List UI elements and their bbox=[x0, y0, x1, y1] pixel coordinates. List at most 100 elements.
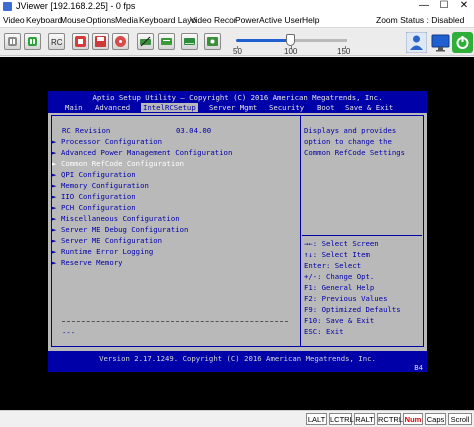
bios-menu-item[interactable]: ► PCH Configuration bbox=[52, 203, 136, 212]
help-text-line: option to change the bbox=[304, 137, 392, 146]
status-bar: LALT LCTRL RALT RCTRL Num Caps Scroll bbox=[0, 410, 474, 427]
key-help-line: Enter: Select bbox=[304, 261, 362, 270]
submenu-arrow-icon: ► bbox=[52, 247, 57, 256]
tab-main[interactable]: Main bbox=[65, 103, 83, 112]
monitor-icon bbox=[431, 34, 450, 52]
network-icon bbox=[207, 37, 218, 46]
cd-icon bbox=[115, 36, 126, 47]
minimize-button[interactable]: — bbox=[416, 0, 432, 13]
help-divider bbox=[302, 235, 422, 236]
menu-help[interactable]: Help bbox=[302, 15, 319, 25]
bios-footer: Version 2.17.1249. Copyright (C) 2016 Am… bbox=[48, 351, 427, 372]
keyboard-control-icon: RC bbox=[51, 38, 63, 47]
record-video-button[interactable] bbox=[72, 33, 89, 50]
tab-intelrcsetup[interactable]: IntelRCSetup bbox=[141, 103, 198, 112]
menu-keyboard[interactable]: Keyboard bbox=[26, 15, 62, 25]
key-rctrl[interactable]: RCTRL bbox=[377, 413, 403, 425]
bios-menu-item[interactable]: ► Advanced Power Management Configuration bbox=[52, 148, 232, 157]
slider-mid-label: 100 bbox=[284, 47, 298, 56]
submenu-arrow-icon: ► bbox=[52, 170, 57, 179]
bios-version: Version 2.17.1249. Copyright (C) 2016 Am… bbox=[99, 354, 376, 363]
power-icon bbox=[452, 32, 473, 53]
bios-menu-item[interactable]: ► Memory Configuration bbox=[52, 181, 149, 190]
tab-advanced[interactable]: Advanced bbox=[95, 103, 130, 112]
key-help-line: F2: Previous Values bbox=[304, 294, 388, 303]
bios-title: Aptio Setup Utility – Copyright (C) 2016… bbox=[92, 93, 383, 102]
key-lctrl[interactable]: LCTRL bbox=[329, 413, 354, 425]
close-button[interactable]: ✕ bbox=[456, 0, 472, 13]
key-scroll[interactable]: Scroll bbox=[448, 413, 472, 425]
menu-video-record[interactable]: Video Recor bbox=[190, 15, 237, 25]
stop-record-button[interactable] bbox=[92, 33, 109, 50]
tab-boot[interactable]: Boot bbox=[317, 103, 335, 112]
power-control-button[interactable] bbox=[204, 33, 221, 50]
bios-menu-item-label: IIO Configuration bbox=[61, 192, 136, 201]
full-keyboard-control-button[interactable]: RC bbox=[48, 33, 65, 50]
drive-icon bbox=[161, 38, 172, 45]
bios-setup-window: Aptio Setup Utility – Copyright (C) 2016… bbox=[48, 91, 427, 372]
active-users-button[interactable] bbox=[405, 31, 428, 54]
menu-keyboard-layout[interactable]: Keyboard Layo bbox=[139, 15, 196, 25]
menu-power[interactable]: Power bbox=[235, 15, 259, 25]
maximize-button[interactable]: ☐ bbox=[436, 0, 452, 13]
menu-active-user[interactable]: Active User bbox=[259, 15, 302, 25]
key-num[interactable]: Num bbox=[403, 413, 423, 425]
bios-menu-item[interactable]: ► Runtime Error Logging bbox=[52, 247, 153, 256]
bios-menu-item-label: Processor Configuration bbox=[61, 137, 163, 146]
help-text-line: Displays and provides bbox=[304, 126, 397, 135]
more-items-indicator: --- bbox=[62, 328, 76, 337]
resume-video-button[interactable] bbox=[24, 33, 41, 50]
bios-menu-item[interactable]: ► Miscellaneous Configuration bbox=[52, 214, 180, 223]
bios-menu-item-label: Miscellaneous Configuration bbox=[61, 214, 180, 223]
bios-menu-item-label: Server ME Configuration bbox=[61, 236, 163, 245]
bios-menu-item[interactable]: ► QPI Configuration bbox=[52, 170, 136, 179]
submenu-arrow-icon: ► bbox=[52, 236, 57, 245]
zoom-slider-rest bbox=[292, 39, 347, 42]
display-monitor-button[interactable] bbox=[430, 32, 451, 53]
menu-mouse[interactable]: Mouse bbox=[60, 15, 86, 25]
power-status-button[interactable] bbox=[452, 32, 473, 53]
slider-min-label: 50 bbox=[233, 47, 242, 56]
key-lalt[interactable]: LALT bbox=[306, 413, 327, 425]
bios-menu-item[interactable]: ► IIO Configuration bbox=[52, 192, 136, 201]
jviewer-app-icon bbox=[3, 2, 12, 11]
keyboard-layout-button[interactable] bbox=[158, 33, 175, 50]
key-help-line: ↑↓: Select Item bbox=[304, 250, 370, 259]
help-text-line: Common RefCode Settings bbox=[304, 148, 406, 157]
submenu-arrow-icon: ► bbox=[52, 181, 57, 190]
key-help-line: +/-: Change Opt. bbox=[304, 272, 375, 281]
menu-bar: Video Keyboard Mouse Options Media Keybo… bbox=[0, 13, 474, 28]
bios-menu-item[interactable]: ► Reserve Memory bbox=[52, 258, 123, 267]
tab-save-exit[interactable]: Save & Exit bbox=[345, 103, 393, 112]
toolbar: RC 50 100 150 bbox=[0, 29, 474, 56]
key-help-line: →←: Select Screen bbox=[304, 239, 379, 248]
hotkeys-button[interactable] bbox=[181, 33, 198, 50]
zoom-slider-thumb[interactable] bbox=[286, 34, 295, 46]
submenu-arrow-icon: ► bbox=[52, 203, 57, 212]
cd-media-button[interactable] bbox=[112, 33, 129, 50]
rc-revision-label: RC Revision bbox=[62, 126, 111, 135]
submenu-arrow-icon: ► bbox=[52, 137, 57, 146]
menu-video[interactable]: Video bbox=[3, 15, 25, 25]
bios-menu-item-label: Common RefCode Configuration bbox=[61, 159, 185, 168]
bios-menu-item-label: Server ME Debug Configuration bbox=[61, 225, 189, 234]
remote-screen[interactable]: Aptio Setup Utility – Copyright (C) 2016… bbox=[0, 57, 474, 410]
title-bar: JViewer [192.168.2.25] - 0 fps — ☐ ✕ bbox=[0, 0, 474, 13]
submenu-arrow-icon: ► bbox=[52, 214, 57, 223]
bios-menu-item-selected[interactable]: ► Common RefCode Configuration bbox=[52, 159, 184, 168]
pause-video-button[interactable] bbox=[4, 33, 21, 50]
bios-menu-item[interactable]: ► Server ME Debug Configuration bbox=[52, 225, 188, 234]
menu-media[interactable]: Media bbox=[115, 15, 138, 25]
bios-menu-item[interactable]: ► Processor Configuration bbox=[52, 137, 162, 146]
key-caps[interactable]: Caps bbox=[425, 413, 446, 425]
tab-server-mgmt[interactable]: Server Mgmt bbox=[209, 103, 257, 112]
key-ralt[interactable]: RALT bbox=[354, 413, 375, 425]
key-help-line: F9: Optimized Defaults bbox=[304, 305, 401, 314]
menu-options[interactable]: Options bbox=[86, 15, 115, 25]
bios-menu-item[interactable]: ► Server ME Configuration bbox=[52, 236, 162, 245]
mouse-sync-button[interactable] bbox=[137, 33, 154, 50]
tab-security[interactable]: Security bbox=[269, 103, 304, 112]
bios-header: Aptio Setup Utility – Copyright (C) 2016… bbox=[48, 91, 427, 113]
bios-menu-item-label: PCH Configuration bbox=[61, 203, 136, 212]
hdd-icon bbox=[184, 38, 195, 45]
